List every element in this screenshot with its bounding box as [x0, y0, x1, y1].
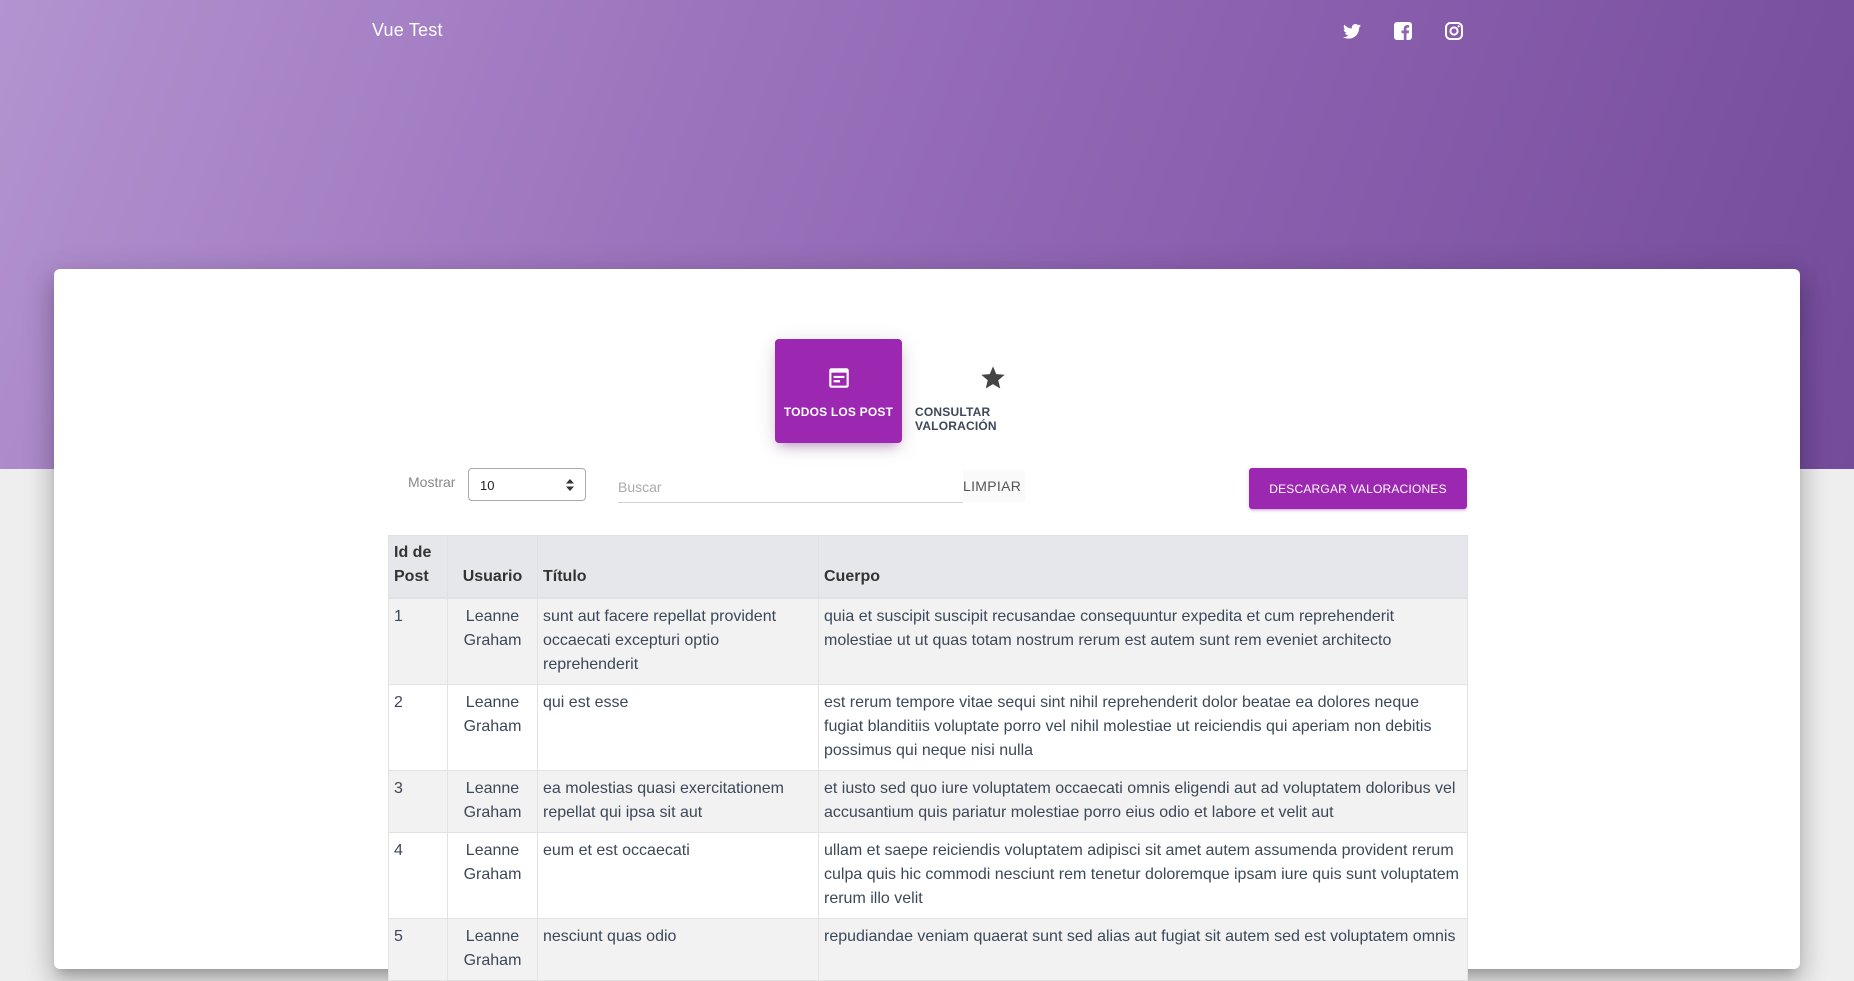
tab-consultar-valoracion[interactable]: CONSULTAR VALORACIÓN	[915, 339, 1071, 443]
table-row: 1 Leanne Graham sunt aut facere repellat…	[388, 597, 1468, 685]
facebook-icon[interactable]	[1392, 20, 1414, 42]
cell-user: Leanne Graham	[447, 918, 538, 981]
tab-label: TODOS LOS POST	[783, 405, 894, 419]
search-input[interactable]	[618, 472, 963, 503]
star-icon	[978, 363, 1008, 393]
brand-title[interactable]: Vue Test	[372, 20, 443, 41]
table-row: 3 Leanne Graham ea molestias quasi exerc…	[388, 770, 1468, 833]
cell-id: 1	[388, 597, 448, 685]
cell-user: Leanne Graham	[447, 684, 538, 771]
cell-user: Leanne Graham	[447, 770, 538, 833]
show-entries-label: Mostrar	[408, 474, 456, 490]
cell-body: et iusto sed quo iure voluptatem occaeca…	[818, 770, 1468, 833]
header-user[interactable]: Usuario	[447, 535, 538, 599]
post-icon	[824, 363, 854, 393]
tab-todos-los-post[interactable]: TODOS LOS POST	[775, 339, 902, 443]
cell-title: nesciunt quas odio	[537, 918, 819, 981]
twitter-icon[interactable]	[1341, 20, 1363, 42]
cell-title: qui est esse	[537, 684, 819, 771]
download-ratings-button[interactable]: DESCARGAR VALORACIONES	[1249, 468, 1467, 509]
cell-id: 4	[388, 832, 448, 919]
cell-title: ea molestias quasi exercitationem repell…	[537, 770, 819, 833]
cell-id: 2	[388, 684, 448, 771]
table-row: 2 Leanne Graham qui est esse est rerum t…	[388, 684, 1468, 771]
table-row: 5 Leanne Graham nesciunt quas odio repud…	[388, 918, 1468, 981]
table-header-row: Id de Post Usuario Título Cuerpo	[388, 535, 1468, 599]
cell-body: ullam et saepe reiciendis voluptatem adi…	[818, 832, 1468, 919]
show-entries-value: 10	[480, 478, 495, 493]
show-entries-select[interactable]: 10	[468, 468, 586, 501]
navbar: Vue Test	[0, 0, 1854, 62]
cell-title: eum et est occaecati	[537, 832, 819, 919]
cell-user: Leanne Graham	[447, 597, 538, 685]
header-id[interactable]: Id de Post	[388, 535, 448, 599]
header-title[interactable]: Título	[537, 535, 819, 599]
table-row: 4 Leanne Graham eum et est occaecati ull…	[388, 832, 1468, 919]
cell-user: Leanne Graham	[447, 832, 538, 919]
header-body[interactable]: Cuerpo	[818, 535, 1468, 599]
sort-arrows-icon	[566, 479, 574, 491]
instagram-icon[interactable]	[1443, 20, 1465, 42]
cell-body: repudiandae veniam quaerat sunt sed alia…	[818, 918, 1468, 981]
cell-id: 3	[388, 770, 448, 833]
cell-id: 5	[388, 918, 448, 981]
clear-button[interactable]: LIMPIAR	[963, 470, 1026, 502]
cell-title: sunt aut facere repellat provident occae…	[537, 597, 819, 685]
cell-body: quia et suscipit suscipit recusandae con…	[818, 597, 1468, 685]
posts-table: Id de Post Usuario Título Cuerpo 1 Leann…	[388, 535, 1468, 981]
cell-body: est rerum tempore vitae sequi sint nihil…	[818, 684, 1468, 771]
tab-label: CONSULTAR VALORACIÓN	[915, 405, 997, 433]
